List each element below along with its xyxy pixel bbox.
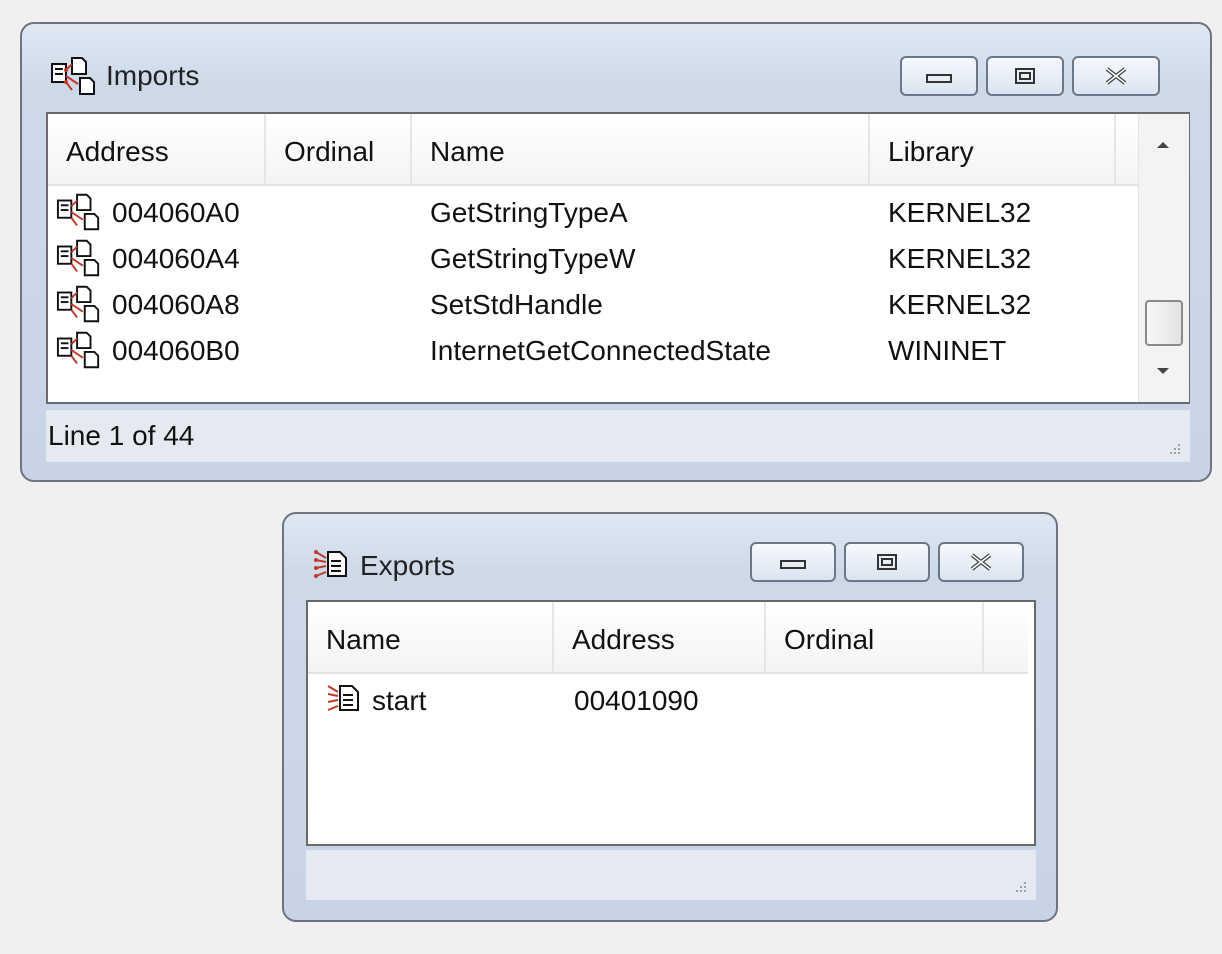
imports-icon xyxy=(50,56,98,96)
address-cell: 004060A4 xyxy=(56,236,266,282)
imports-minimize-button[interactable] xyxy=(900,56,978,96)
scroll-up-arrow-icon[interactable] xyxy=(1153,138,1173,152)
exports-window-controls xyxy=(750,542,1024,582)
exports-col-name[interactable]: Name xyxy=(308,602,554,672)
exports-window: Exports Name Address Ordinal start 00401… xyxy=(282,512,1058,922)
imports-maximize-button[interactable] xyxy=(986,56,1064,96)
exports-col-ordinal[interactable]: Ordinal xyxy=(766,602,984,672)
name-cell: InternetGetConnectedState xyxy=(430,335,771,366)
exports-status-bar xyxy=(306,850,1036,900)
exports-list[interactable]: Name Address Ordinal start 00401090 xyxy=(306,600,1036,846)
imports-col-ordinal[interactable]: Ordinal xyxy=(266,114,412,184)
exports-header-row: Name Address Ordinal xyxy=(308,602,1028,674)
address-cell: 004060A0 xyxy=(56,190,266,236)
export-entry-icon xyxy=(327,685,359,711)
library-cell: KERNEL32 xyxy=(888,197,1032,228)
imports-window-controls xyxy=(900,56,1160,96)
imports-header-row: Address Ordinal Name Library xyxy=(48,114,1138,186)
scrollbar-thumb[interactable] xyxy=(1145,300,1183,346)
table-row[interactable]: 004060A8 SetStdHandle KERNEL32 xyxy=(48,282,1138,328)
exports-minimize-button[interactable] xyxy=(750,542,836,582)
close-icon xyxy=(1105,67,1127,85)
library-cell: KERNEL32 xyxy=(888,243,1032,274)
imports-col-address[interactable]: Address xyxy=(48,114,266,184)
table-row[interactable]: 004060B0 InternetGetConnectedState WININ… xyxy=(48,328,1138,374)
minimize-icon xyxy=(926,74,952,83)
table-row[interactable]: start 00401090 xyxy=(308,678,1028,724)
imports-vertical-scrollbar[interactable] xyxy=(1138,114,1189,402)
imports-list[interactable]: Address Ordinal Name Library 004060A0 Ge… xyxy=(46,112,1190,404)
library-cell: KERNEL32 xyxy=(888,289,1032,320)
exports-title-bar[interactable]: Exports xyxy=(312,546,455,586)
import-entry-icon xyxy=(56,331,100,369)
imports-title: Imports xyxy=(106,60,200,91)
name-cell: GetStringTypeA xyxy=(430,197,628,228)
scroll-down-arrow-icon[interactable] xyxy=(1153,364,1173,378)
exports-icon xyxy=(312,546,352,586)
exports-maximize-button[interactable] xyxy=(844,542,930,582)
exports-close-button[interactable] xyxy=(938,542,1024,582)
name-cell: GetStringTypeW xyxy=(430,243,636,274)
imports-col-name[interactable]: Name xyxy=(412,114,870,184)
imports-status-bar: Line 1 of 44 xyxy=(46,410,1190,462)
imports-close-button[interactable] xyxy=(1072,56,1160,96)
name-cell: SetStdHandle xyxy=(430,289,603,320)
maximize-icon xyxy=(1015,68,1035,84)
imports-window: Imports Address Ordinal Name Library 004… xyxy=(20,22,1212,482)
name-cell: start xyxy=(324,678,554,724)
address-cell: 00401090 xyxy=(574,685,699,716)
address-cell: 004060B0 xyxy=(56,328,266,374)
exports-col-address[interactable]: Address xyxy=(554,602,766,672)
imports-col-library[interactable]: Library xyxy=(870,114,1116,184)
table-row[interactable]: 004060A4 GetStringTypeW KERNEL32 xyxy=(48,236,1138,282)
minimize-icon xyxy=(780,560,806,569)
maximize-icon xyxy=(877,554,897,570)
imports-status-text: Line 1 of 44 xyxy=(48,420,195,451)
import-entry-icon xyxy=(56,285,100,323)
imports-title-bar[interactable]: Imports xyxy=(50,56,199,96)
resize-grip-icon[interactable] xyxy=(1012,878,1028,894)
resize-grip-icon[interactable] xyxy=(1166,440,1182,456)
import-entry-icon xyxy=(56,193,100,231)
close-icon xyxy=(970,553,992,571)
library-cell: WININET xyxy=(888,335,1007,366)
exports-title: Exports xyxy=(360,550,455,581)
import-entry-icon xyxy=(56,239,100,277)
table-row[interactable]: 004060A0 GetStringTypeA KERNEL32 xyxy=(48,190,1138,236)
address-cell: 004060A8 xyxy=(56,282,266,328)
